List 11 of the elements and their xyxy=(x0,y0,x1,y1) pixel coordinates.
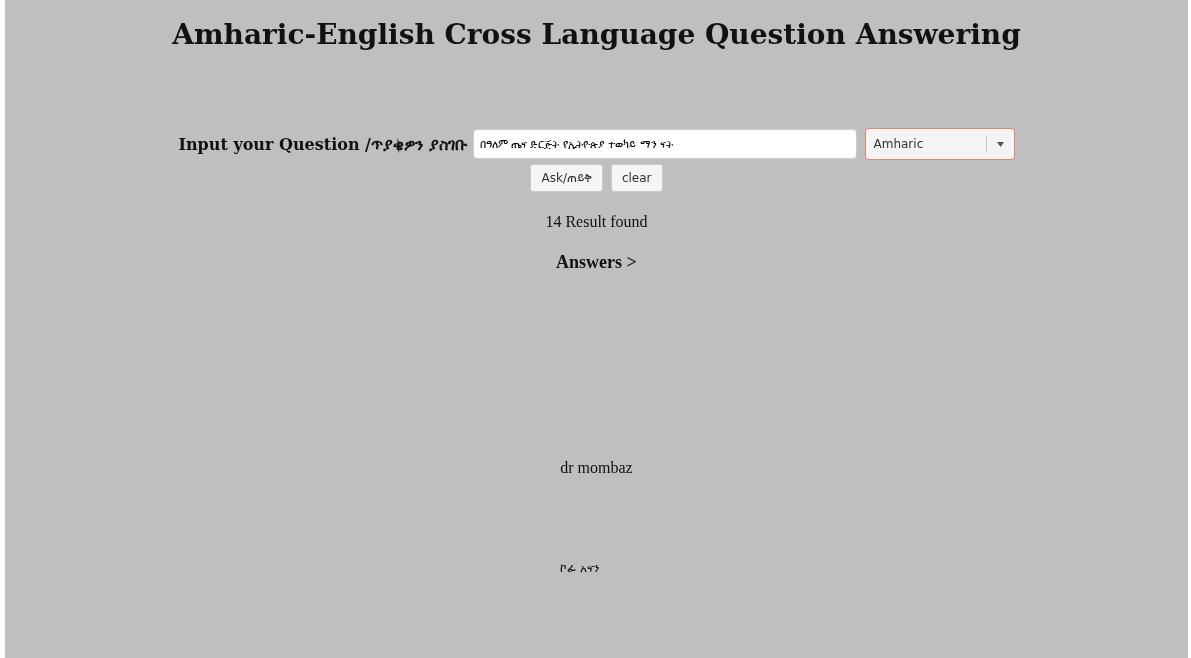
page-title: Amharic-English Cross Language Question Answering xyxy=(172,18,1021,51)
answer-text: dr mombaz xyxy=(560,459,633,477)
action-button[interactable]: Ask/ጠይቅ xyxy=(530,164,603,192)
action-button[interactable]: clear xyxy=(610,164,663,192)
question-label: Input your Question /ጥያቄዎን ያስገቡ xyxy=(178,134,467,154)
caret-icon xyxy=(996,141,1004,147)
result-count: 14 Result found xyxy=(545,213,648,231)
language-select[interactable]: Amharic xyxy=(864,128,1015,160)
answer-text: ኮፊ አናን xyxy=(560,561,601,575)
answers-heading: Answers > xyxy=(556,252,637,273)
question-field[interactable]: በዓለም ጤና ድርጅት የኢትዮጵያ ተወካይ ማን ናት xyxy=(472,129,857,159)
